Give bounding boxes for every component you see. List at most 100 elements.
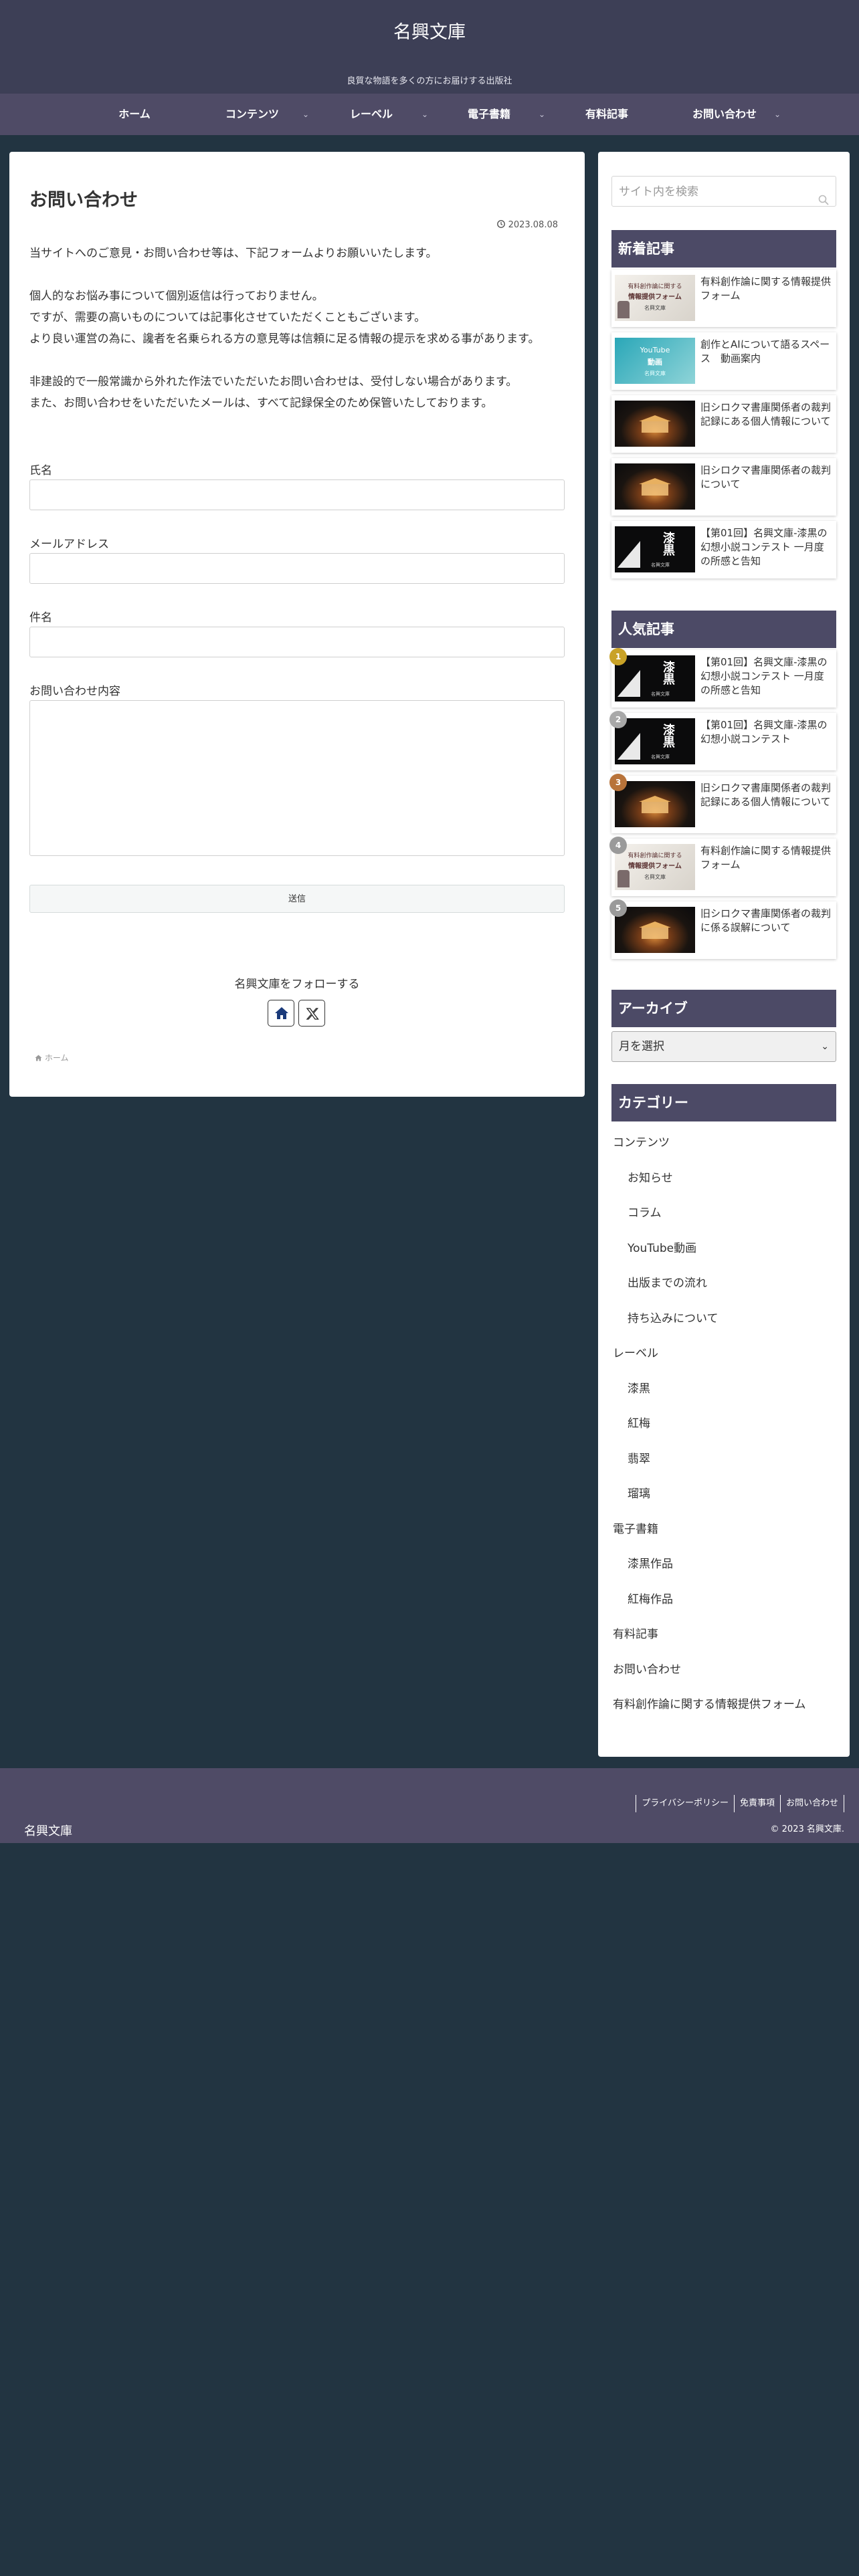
intro-line: 個人的なお悩み事について個別返信は行っておりません。 (29, 290, 324, 303)
popular-post-card[interactable]: 漆黒 名興文庫 1 【第01回】名興文庫-漆黒の幻想小説コンテスト 一月度の所感と告知 (609, 648, 836, 708)
name-field[interactable] (29, 479, 565, 510)
court-thumbnail (615, 781, 695, 827)
post-title: 旧シロクマ書庫関係者の裁判記録にある個人情報について (700, 782, 832, 808)
email-field[interactable] (29, 553, 565, 584)
rank-badge: 5 (609, 899, 627, 917)
post-thumbnail: 漆黒 名興文庫 (615, 655, 695, 702)
x-logo-icon (306, 1007, 319, 1023)
category-link[interactable]: レーベル (613, 1344, 658, 1360)
intro-line (29, 264, 571, 286)
category-link[interactable]: 漆黒 (628, 1379, 650, 1396)
recent-post-card[interactable]: 旧シロクマ書庫関係者の裁判記録にある個人情報について (611, 395, 836, 453)
category-link[interactable]: 電子書籍 (613, 1519, 658, 1536)
nav-item-contents[interactable]: コンテンツ (198, 94, 306, 135)
intro-line (29, 350, 571, 371)
chevron-down-icon: ⌄ (774, 110, 781, 119)
footer-link-privacy[interactable]: プライバシーポリシー (636, 1795, 734, 1812)
thumb-brand: 名興文庫 (651, 562, 670, 568)
category-link[interactable]: 漆黒作品 (628, 1554, 673, 1571)
category-title: カテゴリー (611, 1084, 836, 1121)
post-thumbnail: 有料創作論に関する 情報提供フォーム 名興文庫 (615, 844, 695, 890)
thumb-brand: 名興文庫 (644, 370, 666, 377)
post-date: 2023.08.08 (497, 220, 558, 231)
category-link[interactable]: 紅梅 (628, 1414, 650, 1430)
court-thumbnail (615, 463, 695, 510)
submit-button[interactable]: 送信 (29, 885, 565, 913)
archive-select[interactable]: 月を選択 ⌄ (611, 1031, 836, 1062)
popular-post-card[interactable]: 3 旧シロクマ書庫関係者の裁判記録にある個人情報について (609, 774, 836, 833)
category-link[interactable]: YouTube動画 (628, 1239, 696, 1255)
post-title: 旧シロクマ書庫関係者の裁判に係る誤解について (700, 907, 832, 934)
search-input[interactable]: サイト内を検索 (611, 176, 836, 207)
post-date-text: 2023.08.08 (508, 220, 558, 230)
search-icon[interactable] (818, 187, 829, 217)
category-link[interactable]: お知らせ (628, 1168, 673, 1185)
post-thumbnail (615, 401, 695, 447)
nav-item-home[interactable]: ホーム (80, 94, 189, 135)
category-link[interactable]: コラム (628, 1203, 662, 1220)
category-link[interactable]: コンテンツ (613, 1133, 670, 1150)
nav-item-contact[interactable]: お問い合わせ (670, 94, 779, 135)
post-thumbnail (615, 781, 695, 827)
home-follow-button[interactable] (268, 1000, 294, 1027)
home-icon (35, 1054, 42, 1063)
category-link[interactable]: 出版までの流れ (628, 1273, 707, 1290)
message-textarea[interactable] (29, 700, 565, 856)
popular-post-card[interactable]: 5 旧シロクマ書庫関係者の裁判に係る誤解について (609, 899, 836, 959)
nav-item-paid-articles[interactable]: 有料記事 (553, 94, 661, 135)
footer-site-name[interactable]: 名興文庫 (24, 1822, 72, 1839)
subject-field[interactable] (29, 627, 565, 657)
recent-post-card[interactable]: YouTube 動画 名興文庫 創作とAIについて語るスペース 動画案内 (611, 332, 836, 390)
thumb-roof (639, 922, 671, 928)
category-link[interactable]: 瑠璃 (628, 1484, 650, 1501)
recent-post-card[interactable]: 漆黒 名興文庫 【第01回】名興文庫-漆黒の幻想小説コンテスト 一月度の所感と告知 (611, 521, 836, 578)
intro-line: ですが、需要の高いものについては記事化させていただくこともございます。 (29, 311, 426, 324)
footer-link-contact[interactable]: お問い合わせ (779, 1795, 844, 1812)
chevron-down-icon: ⌄ (821, 1041, 829, 1052)
category-link[interactable]: 持ち込みについて (628, 1309, 719, 1325)
category-link[interactable]: 紅梅作品 (628, 1590, 673, 1606)
form-thumbnail: 有料創作論に関する 情報提供フォーム 名興文庫 (615, 844, 695, 890)
breadcrumb-home-link[interactable]: ホーム (45, 1053, 69, 1063)
category-link[interactable]: 翡翠 (628, 1449, 650, 1466)
chevron-down-icon: ⌄ (539, 110, 546, 119)
intro-line: また、お問い合わせをいただいたメールは、すべて記録保全のため保管いたしております… (29, 397, 493, 410)
archive-title: アーカイブ (611, 990, 836, 1027)
thumb-text: 情報提供フォーム (628, 863, 682, 870)
category-link[interactable]: 有料創作論に関する情報提供フォーム (613, 1695, 806, 1711)
recent-post-card[interactable]: 有料創作論に関する 情報提供フォーム 名興文庫 有料創作論に関する情報提供フォーム (611, 270, 836, 327)
name-label: 氏名 (29, 464, 52, 477)
popular-post-card[interactable]: 漆黒 名興文庫 2 【第01回】名興文庫-漆黒の幻想小説コンテスト (609, 711, 836, 770)
chevron-down-icon: ⌄ (302, 110, 310, 119)
court-thumbnail (615, 401, 695, 447)
nav-item-ebooks[interactable]: 電子書籍 (435, 94, 543, 135)
intro-line: 非建設的で一般常識から外れた作法でいただいたお問い合わせは、受付しない場合があり… (29, 375, 518, 389)
thumb-roof (639, 796, 671, 802)
nav-item-label[interactable]: レーベル (317, 94, 425, 135)
thumb-pages (617, 670, 640, 697)
archive-select-value: 月を選択 (619, 1040, 664, 1053)
thumb-kanji: 漆黒 (661, 724, 675, 748)
follow-label: 名興文庫をフォローする (234, 978, 360, 991)
category-link[interactable]: 有料記事 (613, 1624, 658, 1641)
x-follow-button[interactable] (298, 1000, 325, 1027)
rank-badge: 3 (609, 774, 627, 791)
site-title[interactable]: 名興文庫 (0, 17, 859, 43)
recent-post-card[interactable]: 旧シロクマ書庫関係者の裁判について (611, 458, 836, 516)
post-thumbnail: YouTube 動画 名興文庫 (615, 338, 695, 384)
thumb-text: 有料創作論に関する (628, 853, 682, 859)
footer-link-disclaimer[interactable]: 免責事項 (733, 1795, 780, 1812)
popular-post-card[interactable]: 有料創作論に関する 情報提供フォーム 名興文庫 4 有料創作論に関する情報提供フォーム (609, 837, 836, 896)
post-title: 【第01回】名興文庫-漆黒の幻想小説コンテスト 一月度の所感と告知 (700, 656, 828, 696)
thumb-text: 有料創作論に関する (628, 284, 682, 290)
thumb-pages (617, 541, 640, 568)
book-thumbnail: 漆黒 名興文庫 (615, 526, 695, 572)
subject-label: 件名 (29, 611, 52, 625)
thumb-figure (617, 301, 630, 318)
category-link[interactable]: お問い合わせ (613, 1660, 681, 1677)
post-title: 旧シロクマ書庫関係者の裁判記録にある個人情報について (700, 401, 832, 427)
popular-posts-title: 人気記事 (611, 611, 836, 648)
book-thumbnail: 漆黒 名興文庫 (615, 655, 695, 702)
copyright: © 2023 名興文庫. (770, 1824, 844, 1834)
post-title: 有料創作論に関する情報提供フォーム (700, 845, 832, 871)
